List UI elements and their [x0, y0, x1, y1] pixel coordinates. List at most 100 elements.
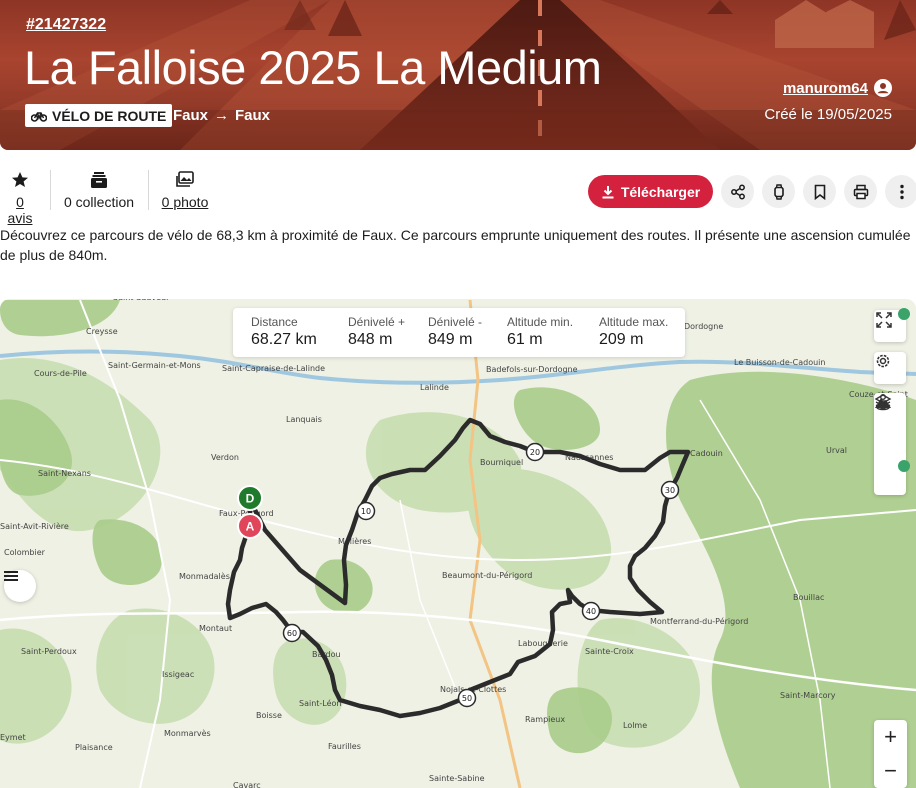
- zoom-out-button[interactable]: −: [874, 754, 907, 788]
- place-label: Montferrand-du-Périgord: [650, 616, 748, 626]
- send-to-watch-button[interactable]: [762, 175, 795, 208]
- print-button[interactable]: [844, 175, 877, 208]
- stat-label: Dénivelé -: [428, 315, 483, 329]
- place-label: Saint-Nexans: [38, 469, 91, 478]
- km-30-label: 30: [665, 486, 675, 495]
- end-marker[interactable]: A: [237, 513, 263, 539]
- gear-icon: [876, 354, 890, 368]
- start-marker-label: D: [246, 492, 255, 506]
- bookmark-button[interactable]: [803, 175, 836, 208]
- start-place: Faux: [173, 107, 209, 124]
- more-options-button[interactable]: [885, 175, 916, 208]
- place-label: Cadouin: [690, 449, 723, 458]
- stat-value: 68.27 km: [251, 331, 317, 348]
- place-label: Saint-Marcory: [780, 691, 836, 700]
- place-label: Lolme: [623, 721, 647, 730]
- watch-icon: [773, 183, 784, 200]
- reviews-stat[interactable]: 0 avis: [2, 170, 38, 226]
- stat-value: 61 m: [507, 331, 543, 348]
- elevation-button[interactable]: [874, 398, 906, 461]
- place-label: Faurilles: [328, 742, 361, 751]
- map-menu-button[interactable]: [4, 570, 36, 602]
- km-marker: 60: [282, 623, 302, 643]
- place-label: Badefols-sur-Dordogne: [486, 365, 578, 374]
- place-label: Labouquerie: [518, 639, 568, 648]
- start-marker[interactable]: D: [237, 485, 263, 511]
- collections-count: 0 collection: [63, 194, 135, 210]
- feature-badge-icon: [898, 460, 910, 472]
- place-label: Saint-Capraise-de-Lalinde: [222, 364, 325, 373]
- more-vertical-icon: [899, 184, 904, 199]
- stat-value: 209 m: [599, 331, 644, 348]
- end-marker-label: A: [246, 520, 255, 534]
- stat-label: Distance: [251, 315, 298, 329]
- collections-stat: 0 collection: [62, 170, 136, 210]
- map-layers-toolbar: [874, 393, 906, 495]
- km-marker: 50: [457, 688, 477, 708]
- stat-label: Altitude min.: [507, 315, 574, 329]
- author-name[interactable]: manurom64: [783, 80, 868, 97]
- route-stats-panel: Distance 68.27 km Dénivelé + 848 m Déniv…: [233, 308, 685, 357]
- place-label: Beaumont-du-Périgord: [442, 570, 532, 580]
- route-id-link[interactable]: #21427322: [26, 16, 106, 34]
- bicycle-icon: [31, 111, 47, 122]
- km-50-label: 50: [462, 694, 472, 703]
- place-label: Plaisance: [75, 743, 113, 752]
- feature-badge-icon: [898, 308, 910, 320]
- km-marker: 20: [525, 442, 545, 462]
- stat-altitude-min: Altitude min. 61 m: [507, 315, 573, 349]
- km-marker: 10: [356, 501, 376, 521]
- place-label: Bouillac: [793, 593, 824, 602]
- km-marker: 30: [660, 480, 680, 500]
- place-label: Le Buisson-de-Cadouin: [734, 358, 825, 367]
- person-pin-icon: [876, 394, 890, 411]
- place-label: Eymet: [0, 733, 26, 742]
- place-label: Molières: [338, 536, 371, 546]
- printer-icon: [853, 184, 868, 199]
- place-label: Saint-Perdoux: [21, 647, 77, 656]
- share-button[interactable]: [721, 175, 754, 208]
- km-60-label: 60: [287, 629, 297, 638]
- stat-elevation-gain: Dénivelé + 848 m: [348, 315, 405, 349]
- place-label: Saint-Sauveur: [113, 299, 170, 302]
- place-label: Monmarvès: [164, 728, 211, 738]
- share-icon: [730, 184, 745, 199]
- route-description: Découvrez ce parcours de vélo de 68,3 km…: [0, 227, 911, 263]
- divider: [50, 170, 51, 210]
- divider: [148, 170, 149, 210]
- place-label: Montaut: [199, 624, 232, 633]
- stat-value: 848 m: [348, 331, 393, 348]
- activity-badge: VÉLO DE ROUTE: [25, 104, 173, 127]
- place-label: Boisse: [256, 711, 282, 720]
- zoom-in-button[interactable]: +: [874, 720, 907, 754]
- fullscreen-icon: [876, 312, 892, 328]
- km-10-label: 10: [361, 507, 371, 516]
- stat-value: 849 m: [428, 331, 473, 348]
- collection-icon: [91, 172, 107, 188]
- hamburger-menu-icon: [4, 571, 18, 581]
- place-label: Lanquais: [286, 415, 322, 424]
- created-date: Créé le 19/05/2025: [764, 106, 892, 123]
- place-label: Saint-Léon: [299, 698, 342, 708]
- place-label: Sainte-Croix: [585, 647, 634, 656]
- download-label[interactable]: Télécharger: [621, 184, 700, 200]
- km-marker: 40: [581, 601, 601, 621]
- map-settings-button[interactable]: [874, 352, 906, 384]
- stat-label: Altitude max.: [599, 315, 669, 329]
- map-canvas[interactable]: Saint-Sauveur Creysse Saint-Germain-et-M…: [0, 299, 916, 788]
- author[interactable]: manurom64: [783, 79, 892, 97]
- route-map[interactable]: Saint-Sauveur Creysse Saint-Germain-et-M…: [0, 299, 916, 788]
- km-20-label: 20: [530, 448, 540, 457]
- reviews-count[interactable]: 0 avis: [8, 194, 33, 226]
- end-place: Faux: [235, 107, 271, 124]
- place-label: Dordogne: [684, 322, 723, 331]
- place-label: Saint-Germain-et-Mons: [108, 361, 201, 370]
- place-label: Monmadalès: [179, 571, 230, 581]
- photos-count[interactable]: 0 photo: [162, 194, 209, 210]
- place-label: Colombier: [4, 548, 46, 557]
- arrow-right-icon: →: [214, 107, 230, 124]
- photos-stat[interactable]: 0 photo: [160, 170, 210, 210]
- place-label: Verdon: [211, 453, 239, 462]
- download-button[interactable]: Télécharger: [588, 175, 713, 208]
- place-label: Cours-de-Pile: [34, 369, 87, 378]
